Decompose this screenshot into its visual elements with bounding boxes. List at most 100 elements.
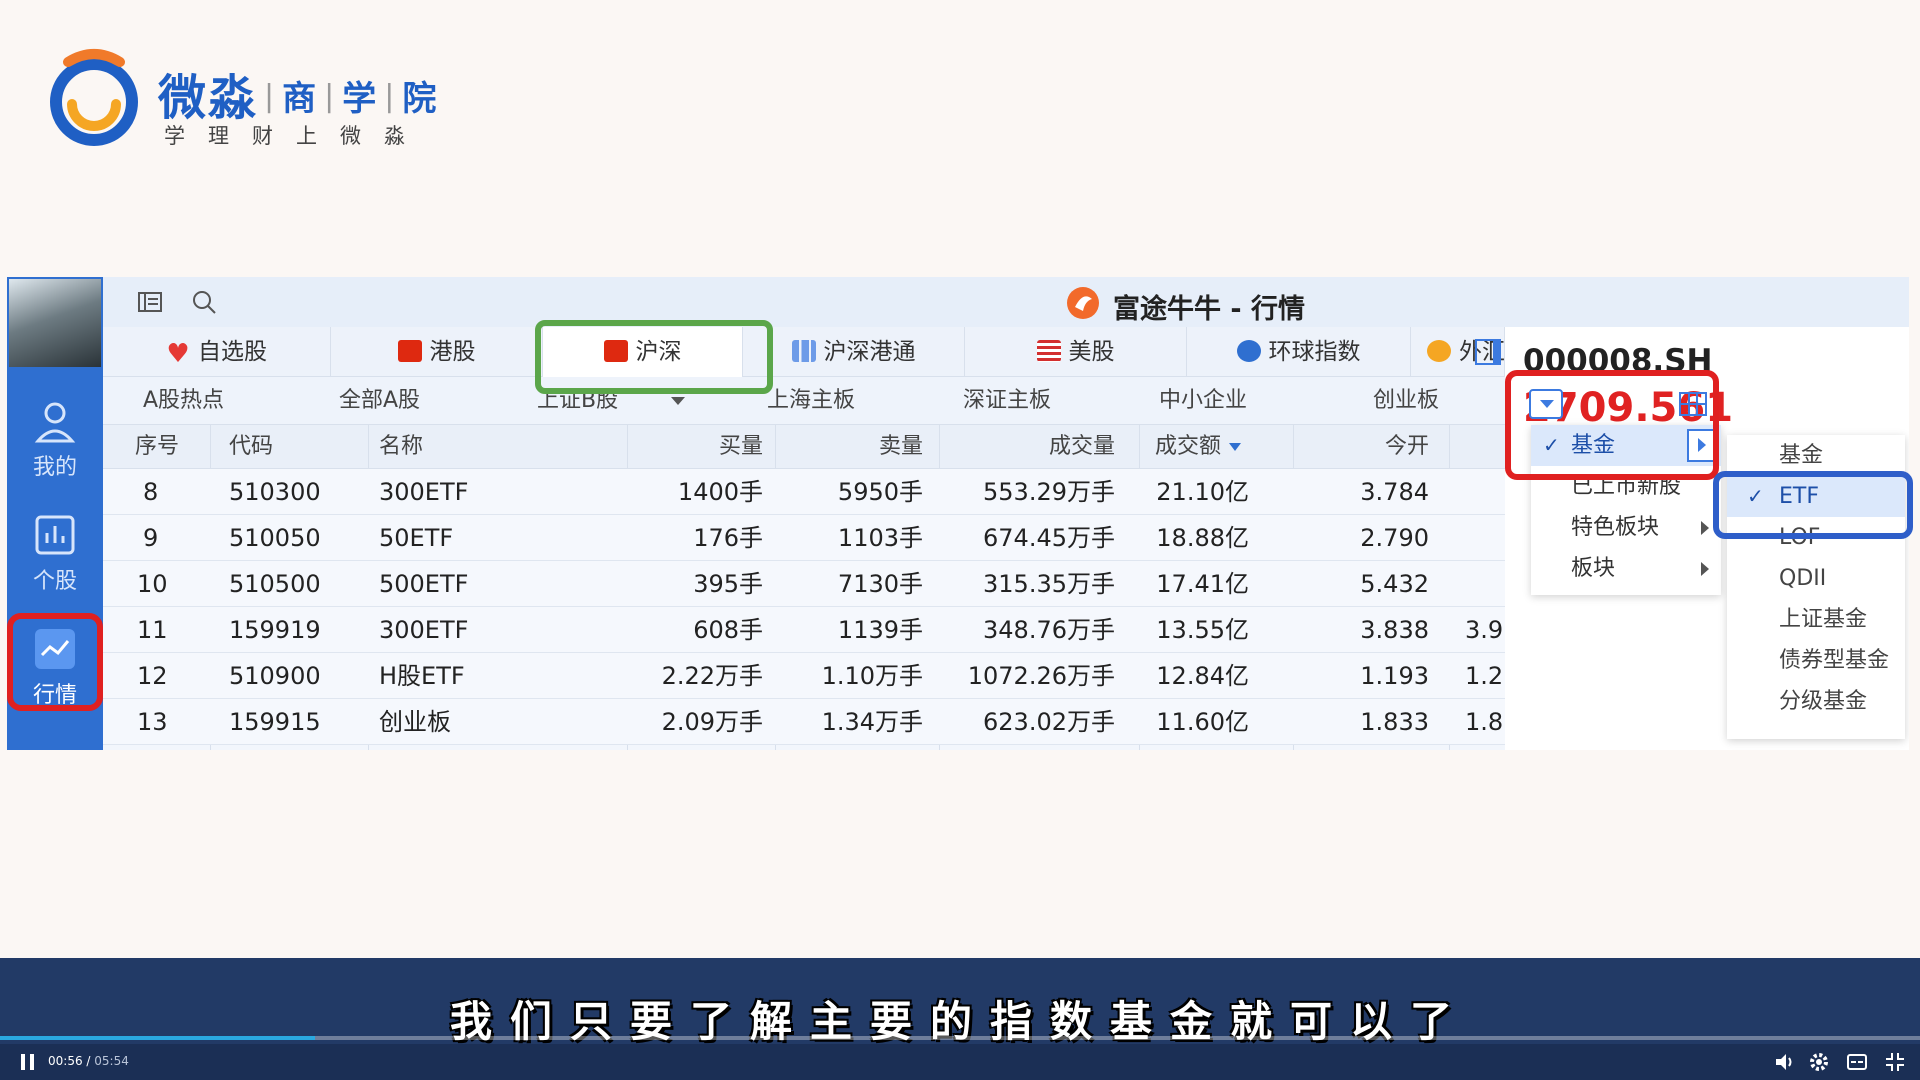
sub-tabs: A股热点 全部A股 上证B股 上海主板 深证主板 中小企业 创业板 (103, 377, 1505, 425)
cell-buy: 176手 (693, 524, 763, 552)
list-view-icon[interactable] (137, 289, 163, 315)
cell-index: 9 (143, 524, 159, 552)
cell-name: 50ETF (379, 524, 454, 552)
cell-code: 510050 (229, 524, 321, 552)
hk-flag-icon (397, 340, 422, 362)
subtab-gem[interactable]: 创业板 (1373, 377, 1439, 425)
cell-sell: 5950手 (837, 478, 923, 506)
brand-title-part: 商 (282, 79, 319, 119)
cell-sell: 1103手 (837, 524, 923, 552)
tab-label: 沪深港通 (823, 339, 916, 365)
brand-tagline: 学理财上微淼 (164, 124, 428, 148)
cell-buy: 395手 (693, 570, 763, 598)
futu-app-window: 我的 个股 行情 富途牛牛 - 行情 ♥ 自选股 港股 沪深 沪深港通 美股 环… (7, 277, 1909, 750)
cell-sell: 1.10万手 (821, 662, 923, 690)
tab-label: 港股 (429, 339, 476, 365)
app-title: 富途牛牛 - 行情 (1113, 294, 1306, 325)
title-bar: 富途牛牛 - 行情 (103, 277, 1909, 327)
cell-volume: 1072.26万手 (967, 662, 1115, 690)
col-header-name[interactable]: 名称 (379, 425, 423, 469)
submenu-item-sh-fund[interactable]: 上证基金 (1727, 599, 1905, 640)
subtab-sme[interactable]: 中小企业 (1159, 377, 1247, 425)
tab-us[interactable]: 美股 (965, 327, 1187, 377)
cell-volume: 674.45万手 (983, 524, 1115, 552)
time-display: 00:56 / 05:54 (48, 1054, 129, 1068)
tab-label: 自选股 (198, 339, 267, 365)
cell-sell: 7130手 (837, 570, 923, 598)
col-header-index[interactable]: 序号 (135, 425, 179, 469)
tab-connect[interactable]: 沪深港通 (743, 327, 965, 377)
submenu-item-structured-fund[interactable]: 分级基金 (1727, 681, 1905, 722)
table-row[interactable]: 8 510300 300ETF 1400手 5950手 553.29万手 21.… (103, 469, 1505, 515)
subtab-sh-main[interactable]: 上海主板 (767, 377, 855, 425)
tab-label: 环球指数 (1268, 339, 1361, 365)
sort-desc-icon[interactable] (1229, 443, 1241, 451)
progress-played (0, 1036, 315, 1040)
market-panel: 富途牛牛 - 行情 ♥ 自选股 港股 沪深 沪深港通 美股 环球指数 外汇 A股… (103, 277, 1909, 750)
sidebar-item-stock[interactable]: 个股 (7, 503, 103, 603)
col-header-sell[interactable]: 卖量 (763, 425, 923, 469)
menu-item-label: 特色板块 (1571, 515, 1660, 540)
table-row[interactable]: 9 510050 50ETF 176手 1103手 674.45万手 18.88… (103, 515, 1505, 561)
table-row[interactable]: 13 159915 创业板 2.09万手 1.34万手 623.02万手 11.… (103, 699, 1625, 745)
video-progress-bar[interactable] (0, 1036, 1920, 1040)
col-header-buy[interactable]: 买量 (623, 425, 763, 469)
subtab-all-a[interactable]: 全部A股 (339, 377, 420, 425)
tab-watchlist[interactable]: ♥ 自选股 (103, 327, 331, 377)
cell-amount: 13.55亿 (1156, 616, 1249, 644)
cell-code: 510500 (229, 570, 321, 598)
gear-icon[interactable] (1808, 1051, 1830, 1073)
avatar[interactable] (9, 279, 101, 367)
cell-open: 2.790 (1360, 524, 1429, 552)
table-row[interactable]: 12 510900 H股ETF 2.22万手 1.10万手 1072.26万手 … (103, 653, 1625, 699)
cell-amount: 17.41亿 (1156, 570, 1249, 598)
highlight-dropdown (1505, 370, 1719, 480)
sidebar-item-mine[interactable]: 我的 (7, 389, 103, 489)
col-header-volume[interactable]: 成交量 (923, 425, 1115, 469)
duration: 05:54 (94, 1054, 129, 1068)
volume-icon[interactable] (1774, 1051, 1796, 1073)
cell-open: 5.432 (1360, 570, 1429, 598)
exit-fullscreen-icon[interactable] (1884, 1051, 1906, 1073)
col-header-open[interactable]: 今开 (1249, 425, 1429, 469)
cell-code: 159915 (229, 708, 321, 736)
subtab-a-hot[interactable]: A股热点 (143, 377, 224, 425)
col-header-code[interactable]: 代码 (229, 425, 273, 469)
cell-code: 510900 (229, 662, 321, 690)
captions-icon[interactable] (1846, 1051, 1868, 1073)
brand-logo: 微淼 | 商 | 学 | 院 学理财上微淼 (48, 44, 468, 154)
submenu-item-bond-fund[interactable]: 债券型基金 (1727, 640, 1905, 681)
chevron-down-icon[interactable] (671, 397, 685, 405)
coin-icon (1427, 340, 1451, 362)
brand-title-part: 学 (342, 79, 379, 119)
cell-buy: 1400手 (677, 478, 763, 506)
menu-item-sector[interactable]: 板块 (1531, 548, 1721, 589)
tab-hk[interactable]: 港股 (331, 327, 543, 377)
cell-sell: 1.34万手 (821, 708, 923, 736)
tab-global-index[interactable]: 环球指数 (1187, 327, 1411, 377)
current-time: 00:56 (48, 1054, 83, 1068)
chevron-right-icon (1701, 521, 1709, 535)
cell-name: 300ETF (379, 478, 469, 506)
buildings-icon (791, 340, 816, 362)
submenu-item-qdii[interactable]: QDII (1727, 558, 1905, 599)
cell-name: H股ETF (379, 662, 465, 690)
cell-sell: 1139手 (837, 616, 923, 644)
heart-icon: ♥ (166, 339, 190, 369)
pause-icon[interactable] (18, 1052, 38, 1072)
panel-toggle-icon[interactable] (1475, 339, 1501, 365)
highlight-etf (1713, 471, 1913, 539)
cell-extra-2: 1.2 (1465, 662, 1504, 690)
table-row[interactable]: 11 159919 300ETF 608手 1139手 348.76万手 13.… (103, 607, 1625, 653)
submenu-item-fund[interactable]: 基金 (1727, 435, 1905, 476)
menu-item-special-sector[interactable]: 特色板块 (1531, 507, 1721, 548)
globe-icon (1236, 340, 1261, 362)
table-header: 序号 代码 名称 买量 卖量 成交量 成交额 今开 (103, 425, 1505, 469)
subtab-sz-main[interactable]: 深证主板 (963, 377, 1051, 425)
sidebar: 我的 个股 行情 (7, 277, 103, 750)
tab-label: 美股 (1068, 339, 1115, 365)
table-row[interactable]: 10 510500 500ETF 395手 7130手 315.35万手 17.… (103, 561, 1505, 607)
cell-index: 13 (137, 708, 168, 736)
search-icon[interactable] (191, 289, 217, 315)
cell-open: 3.784 (1360, 478, 1429, 506)
